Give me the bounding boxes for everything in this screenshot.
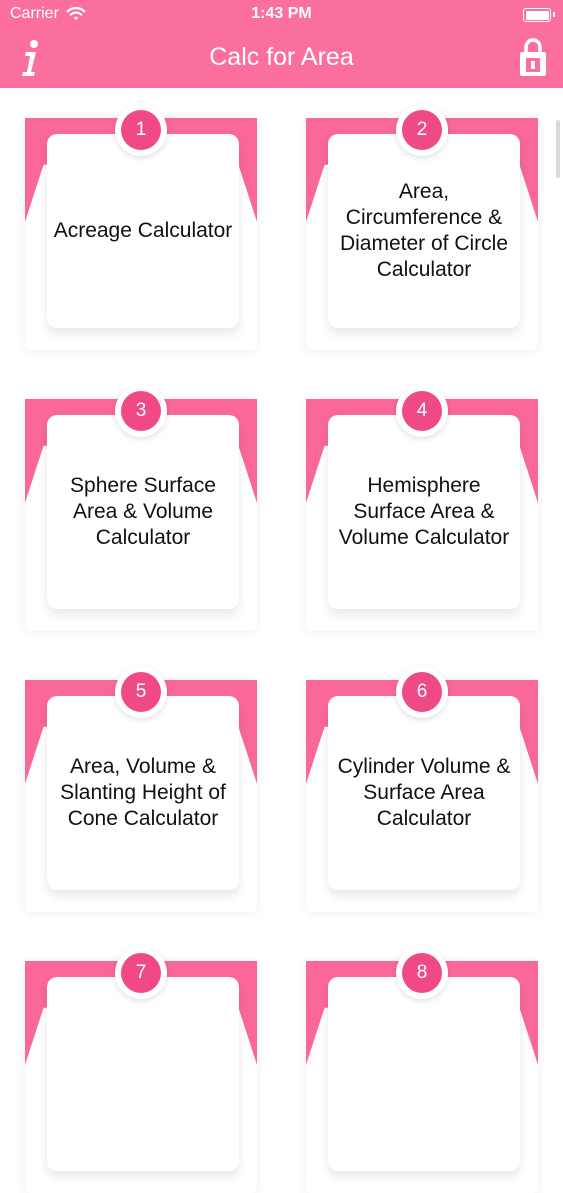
card-number-badge: 8 xyxy=(402,953,442,993)
calculator-card-8[interactable]: 8 xyxy=(306,947,538,1193)
card-label: Acreage Calculator xyxy=(53,219,233,242)
nav-bar: Calc for Area xyxy=(0,30,563,88)
calculator-card-hemisphere[interactable]: Hemisphere Surface Area & Volume Calcula… xyxy=(306,385,538,631)
card-number-badge: 3 xyxy=(121,391,161,431)
card-number-badge: 1 xyxy=(121,110,161,150)
status-bar: Carrier 1:43 PM xyxy=(0,0,563,30)
scrollbar[interactable] xyxy=(556,120,560,178)
status-time: 1:43 PM xyxy=(251,5,312,22)
lock-icon[interactable] xyxy=(517,38,549,78)
calculator-card-cone[interactable]: Area, Volume & Slanting Height of Cone C… xyxy=(25,666,257,912)
calculator-card-circle[interactable]: Area, Circumference & Diameter of Circle… xyxy=(306,104,538,350)
card-number-badge: 7 xyxy=(121,953,161,993)
card-number-badge: 4 xyxy=(402,391,442,431)
card-label: Area, Circumference & Diameter of Circle… xyxy=(339,180,509,281)
card-label: Hemisphere Surface Area & Volume Calcula… xyxy=(338,474,510,549)
calculator-card-7[interactable]: 7 xyxy=(25,947,257,1193)
card-label: Sphere Surface Area & Volume Calculator xyxy=(70,474,216,549)
calculator-card-sphere[interactable]: Sphere Surface Area & Volume Calculator … xyxy=(25,385,257,631)
card-number-badge: 6 xyxy=(402,672,442,712)
card-label: Area, Volume & Slanting Height of Cone C… xyxy=(60,755,226,830)
calculator-card-acreage[interactable]: Acreage Calculator 1 xyxy=(25,104,257,350)
card-label: Cylinder Volume & Surface Area Calculato… xyxy=(337,755,511,830)
calculator-card-cylinder[interactable]: Cylinder Volume & Surface Area Calculato… xyxy=(306,666,538,912)
page-title: Calc for Area xyxy=(209,43,354,71)
card-number-badge: 5 xyxy=(121,672,161,712)
battery-icon xyxy=(523,8,555,22)
card-number-badge: 2 xyxy=(402,110,442,150)
